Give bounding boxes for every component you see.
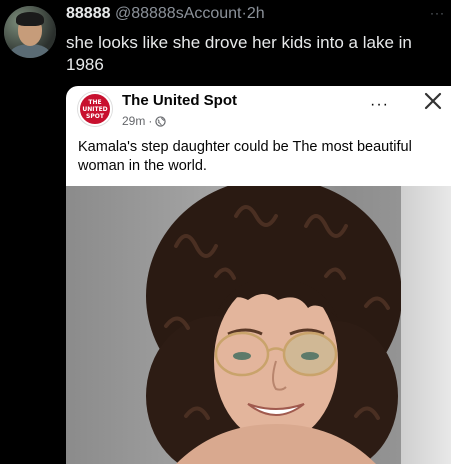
more-options-icon: ··· xyxy=(370,96,389,113)
tweet-header: 88888 @88888sAccount·2h xyxy=(66,4,265,24)
tweet-text: she looks like she drove her kids into a… xyxy=(66,33,412,74)
post-time: 29m xyxy=(122,114,146,128)
photo-background-wall xyxy=(401,186,451,464)
post-photo xyxy=(66,186,451,464)
close-icon xyxy=(420,88,446,114)
post-meta: 29m · xyxy=(122,114,167,128)
tweet-more-icon[interactable]: ··· xyxy=(430,6,445,20)
user-handle[interactable]: @88888sAccount xyxy=(115,5,242,22)
post-text: Kamala's step daughter could be The most… xyxy=(78,139,412,174)
separator-dot: · xyxy=(148,114,153,128)
post-header: THE UNITED SPOT The United Spot 29m · ··… xyxy=(66,86,451,186)
display-name[interactable]: 88888 xyxy=(66,5,111,22)
embedded-post-screenshot[interactable]: THE UNITED SPOT The United Spot 29m · ··… xyxy=(66,86,451,464)
logo-text-line: UNITED xyxy=(82,105,108,113)
avatar-hair xyxy=(16,12,44,26)
tweet: 88888 @88888sAccount·2h ··· she looks li… xyxy=(0,0,451,464)
logo-text-line: THE xyxy=(88,98,102,106)
avatar[interactable] xyxy=(4,6,56,58)
globe-icon xyxy=(155,115,167,127)
tweet-timestamp[interactable]: 2h xyxy=(247,5,265,22)
avatar-shoulders xyxy=(10,44,50,58)
page-logo: THE UNITED SPOT xyxy=(78,92,112,126)
portrait-image xyxy=(146,186,402,464)
logo-text-line: SPOT xyxy=(86,112,104,120)
page-name: The United Spot xyxy=(122,92,237,109)
